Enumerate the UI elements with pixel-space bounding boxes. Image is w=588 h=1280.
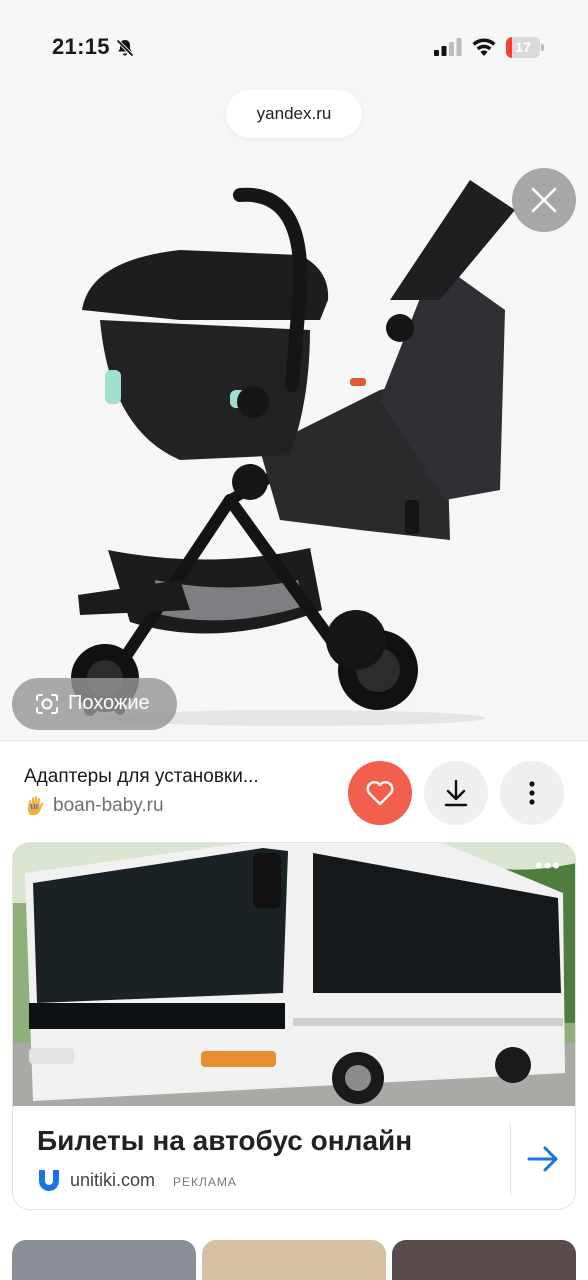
image-viewer: yandex.ru Похожие (0, 80, 588, 740)
ad-title[interactable]: Билеты на автобус онлайн (37, 1125, 412, 1157)
result-title[interactable]: Адаптеры для установки... (24, 766, 334, 788)
result-thumbnail[interactable] (392, 1240, 576, 1280)
more-vertical-icon (529, 781, 535, 805)
camera-lens-icon (36, 694, 58, 714)
close-icon (531, 187, 557, 213)
result-source-domain: boan-baby.ru (53, 795, 164, 816)
battery-indicator: 17 (506, 37, 544, 58)
unitiki-logo-icon (39, 1170, 59, 1191)
download-icon (444, 779, 468, 807)
signal-icon (434, 38, 462, 56)
bell-slash-icon (116, 39, 134, 57)
stroller-photo[interactable] (60, 170, 530, 730)
download-button[interactable] (424, 761, 488, 825)
ad-domain[interactable]: unitiki.com (70, 1170, 155, 1191)
status-bar: 21:15 17 (0, 0, 588, 80)
favorite-button[interactable] (348, 761, 412, 825)
more-horizontal-icon[interactable]: ••• (535, 853, 561, 879)
arrow-right-icon[interactable] (525, 1143, 561, 1175)
ad-separator (510, 1123, 511, 1195)
close-button[interactable] (512, 168, 576, 232)
battery-level: 17 (515, 39, 531, 55)
similar-images-label: Похожие (68, 692, 150, 714)
hand-favicon-icon (27, 796, 44, 815)
similar-images-button[interactable]: Похожие (12, 678, 177, 730)
ad-card[interactable]: ••• Билеты на автобус онлайн unitiki.com… (12, 842, 576, 1210)
wifi-icon (472, 38, 496, 56)
ad-label: РЕКЛАМА (173, 1175, 237, 1189)
bus-ad-image (13, 843, 575, 1106)
divider (0, 740, 588, 741)
result-thumbnail[interactable] (12, 1240, 196, 1280)
more-options-button[interactable] (500, 761, 564, 825)
url-pill[interactable]: yandex.ru (226, 90, 362, 138)
heart-icon (366, 781, 394, 806)
status-time: 21:15 (52, 34, 110, 59)
result-thumbnail[interactable] (202, 1240, 386, 1280)
